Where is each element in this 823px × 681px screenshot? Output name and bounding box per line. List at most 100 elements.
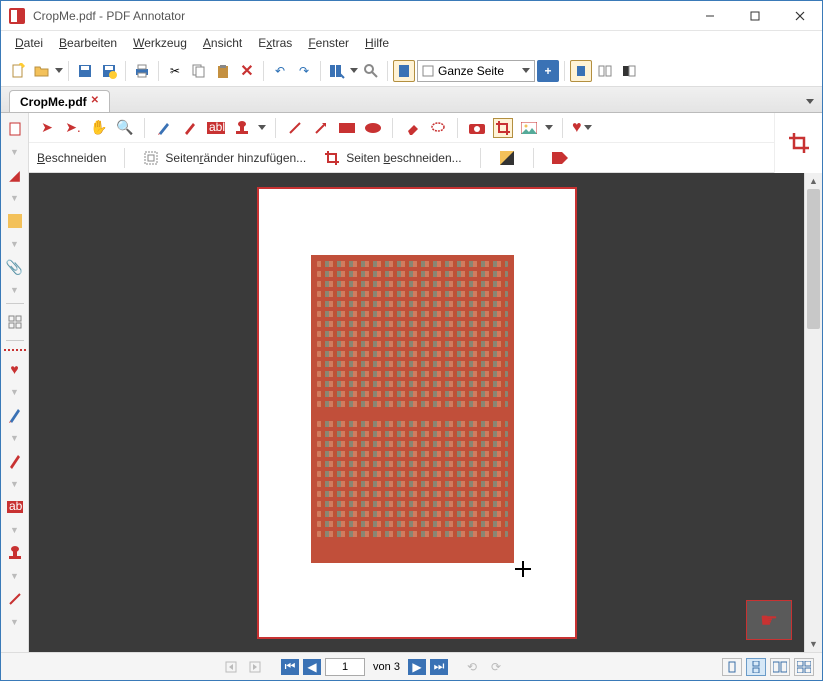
view-continuous-button[interactable] xyxy=(746,658,766,676)
zoom-select[interactable]: Ganze Seite xyxy=(417,60,535,82)
menu-extras[interactable]: Extras xyxy=(252,34,298,52)
zoom-plus-button[interactable]: + xyxy=(537,60,559,82)
camera-icon[interactable] xyxy=(467,118,487,138)
crop-mode-icon[interactable] xyxy=(789,133,809,159)
lasso-icon[interactable] xyxy=(428,118,448,138)
minimize-button[interactable] xyxy=(687,1,732,30)
pdf-page[interactable] xyxy=(257,187,577,639)
color-action[interactable] xyxy=(499,150,515,166)
page-tool-icon[interactable] xyxy=(5,119,25,139)
pen-tool-icon[interactable]: ◢ xyxy=(5,165,25,185)
copy-button[interactable] xyxy=(188,60,210,82)
collapse-icon[interactable]: ▼ xyxy=(10,387,19,397)
cut-button[interactable]: ✂ xyxy=(164,60,186,82)
hand-tool-icon[interactable]: ✋ xyxy=(89,118,109,138)
note-tool-icon[interactable] xyxy=(5,211,25,231)
page-thumb-next-icon[interactable] xyxy=(245,657,265,677)
pencil-icon[interactable] xyxy=(5,451,25,471)
paste-button[interactable] xyxy=(212,60,234,82)
menu-window[interactable]: Fenster xyxy=(302,34,355,52)
page-thumb-prev-icon[interactable] xyxy=(221,657,241,677)
layout-double-button[interactable] xyxy=(594,60,616,82)
find-button[interactable] xyxy=(326,60,348,82)
textbox-ann-icon[interactable]: abl xyxy=(206,118,226,138)
menu-help[interactable]: Hilfe xyxy=(359,34,395,52)
open-button[interactable] xyxy=(31,60,53,82)
save-button[interactable] xyxy=(74,60,96,82)
open-dropdown-icon[interactable] xyxy=(55,68,63,73)
image-icon[interactable] xyxy=(519,118,539,138)
pointer-plus-icon[interactable]: ➤. xyxy=(63,118,83,138)
maximize-button[interactable] xyxy=(732,1,777,30)
favorite-icon[interactable]: ♥ xyxy=(5,359,25,379)
collapse-icon[interactable]: ▼ xyxy=(10,239,19,249)
prev-page-button[interactable]: ◀ xyxy=(303,659,321,675)
crop-selection[interactable] xyxy=(311,255,514,563)
collapse-icon[interactable]: ▼ xyxy=(10,285,19,295)
chevron-down-icon[interactable] xyxy=(258,125,266,130)
save-as-button[interactable] xyxy=(98,60,120,82)
collapse-icon[interactable]: ▼ xyxy=(10,433,19,443)
tab-close-icon[interactable]: ✕ xyxy=(91,95,103,107)
collapse-icon[interactable]: ▼ xyxy=(10,147,19,157)
line-tool-icon[interactable] xyxy=(5,589,25,609)
view-two-up-button[interactable] xyxy=(770,658,790,676)
highlighter-icon[interactable] xyxy=(154,118,174,138)
tag-action[interactable] xyxy=(552,150,568,166)
view-single-button[interactable] xyxy=(722,658,742,676)
menu-file[interactable]: Datei xyxy=(9,34,49,52)
arrow-icon[interactable] xyxy=(311,118,331,138)
close-button[interactable] xyxy=(777,1,822,30)
delete-button[interactable]: ✕ xyxy=(236,60,258,82)
vertical-scrollbar[interactable]: ▲ ▼ xyxy=(804,173,822,652)
redo-button[interactable]: ↷ xyxy=(293,60,315,82)
scroll-down-icon[interactable]: ▼ xyxy=(805,636,822,652)
new-button[interactable] xyxy=(7,60,29,82)
document-tab[interactable]: CropMe.pdf ✕ xyxy=(9,90,110,112)
nav-back-button[interactable]: ⟲ xyxy=(462,657,482,677)
crop-pages-action[interactable]: Seiten beschneiden... xyxy=(324,150,461,166)
next-page-button[interactable]: ▶ xyxy=(408,659,426,675)
page-icon[interactable] xyxy=(393,60,415,82)
document-viewport[interactable]: ☛ xyxy=(29,173,804,652)
search-button[interactable] xyxy=(360,60,382,82)
stamp-ann-icon[interactable] xyxy=(232,118,252,138)
menu-view[interactable]: Ansicht xyxy=(197,34,248,52)
scroll-up-icon[interactable]: ▲ xyxy=(805,173,822,189)
page-number-input[interactable] xyxy=(325,658,365,676)
layout-spread-button[interactable] xyxy=(618,60,640,82)
view-two-cont-button[interactable] xyxy=(794,658,814,676)
collapse-icon[interactable]: ▼ xyxy=(10,479,19,489)
eraser-icon[interactable] xyxy=(402,118,422,138)
find-dropdown-icon[interactable] xyxy=(350,68,358,73)
pencil-ann-icon[interactable] xyxy=(180,118,200,138)
crop-action[interactable]: Beschneiden xyxy=(37,151,106,165)
grid-button[interactable] xyxy=(5,312,25,332)
chevron-down-icon[interactable] xyxy=(545,125,553,130)
attachment-tool-icon[interactable]: 📎 xyxy=(5,257,25,277)
collapse-icon[interactable]: ▼ xyxy=(10,617,19,627)
menu-tool[interactable]: Werkzeug xyxy=(127,34,193,52)
ellipse-icon[interactable] xyxy=(363,118,383,138)
menu-edit[interactable]: Bearbeiten xyxy=(53,34,123,52)
hand-pan-button[interactable]: ☛ xyxy=(746,600,792,640)
pointer-tool-icon[interactable]: ➤ xyxy=(37,118,57,138)
last-page-button[interactable]: ⏭ xyxy=(430,659,448,675)
collapse-icon[interactable]: ▼ xyxy=(10,571,19,581)
marker-icon[interactable] xyxy=(5,405,25,425)
collapse-icon[interactable]: ▼ xyxy=(10,193,19,203)
nav-fwd-button[interactable]: ⟳ xyxy=(486,657,506,677)
favorites-dropdown[interactable]: ♥ xyxy=(572,119,592,137)
add-margins-action[interactable]: Seitenränder hinzufügen... xyxy=(143,150,306,166)
tabs-overflow-button[interactable] xyxy=(802,93,818,109)
layout-single-button[interactable] xyxy=(570,60,592,82)
first-page-button[interactable]: ⏮ xyxy=(281,659,299,675)
crop-tool-icon[interactable] xyxy=(493,118,513,138)
rect-icon[interactable] xyxy=(337,118,357,138)
line-icon[interactable] xyxy=(285,118,305,138)
scrollbar-thumb[interactable] xyxy=(807,189,820,329)
undo-button[interactable]: ↶ xyxy=(269,60,291,82)
zoom-tool-icon[interactable]: 🔍 xyxy=(115,118,135,138)
stamp-icon[interactable] xyxy=(5,543,25,563)
text-box-icon[interactable]: ab xyxy=(5,497,25,517)
